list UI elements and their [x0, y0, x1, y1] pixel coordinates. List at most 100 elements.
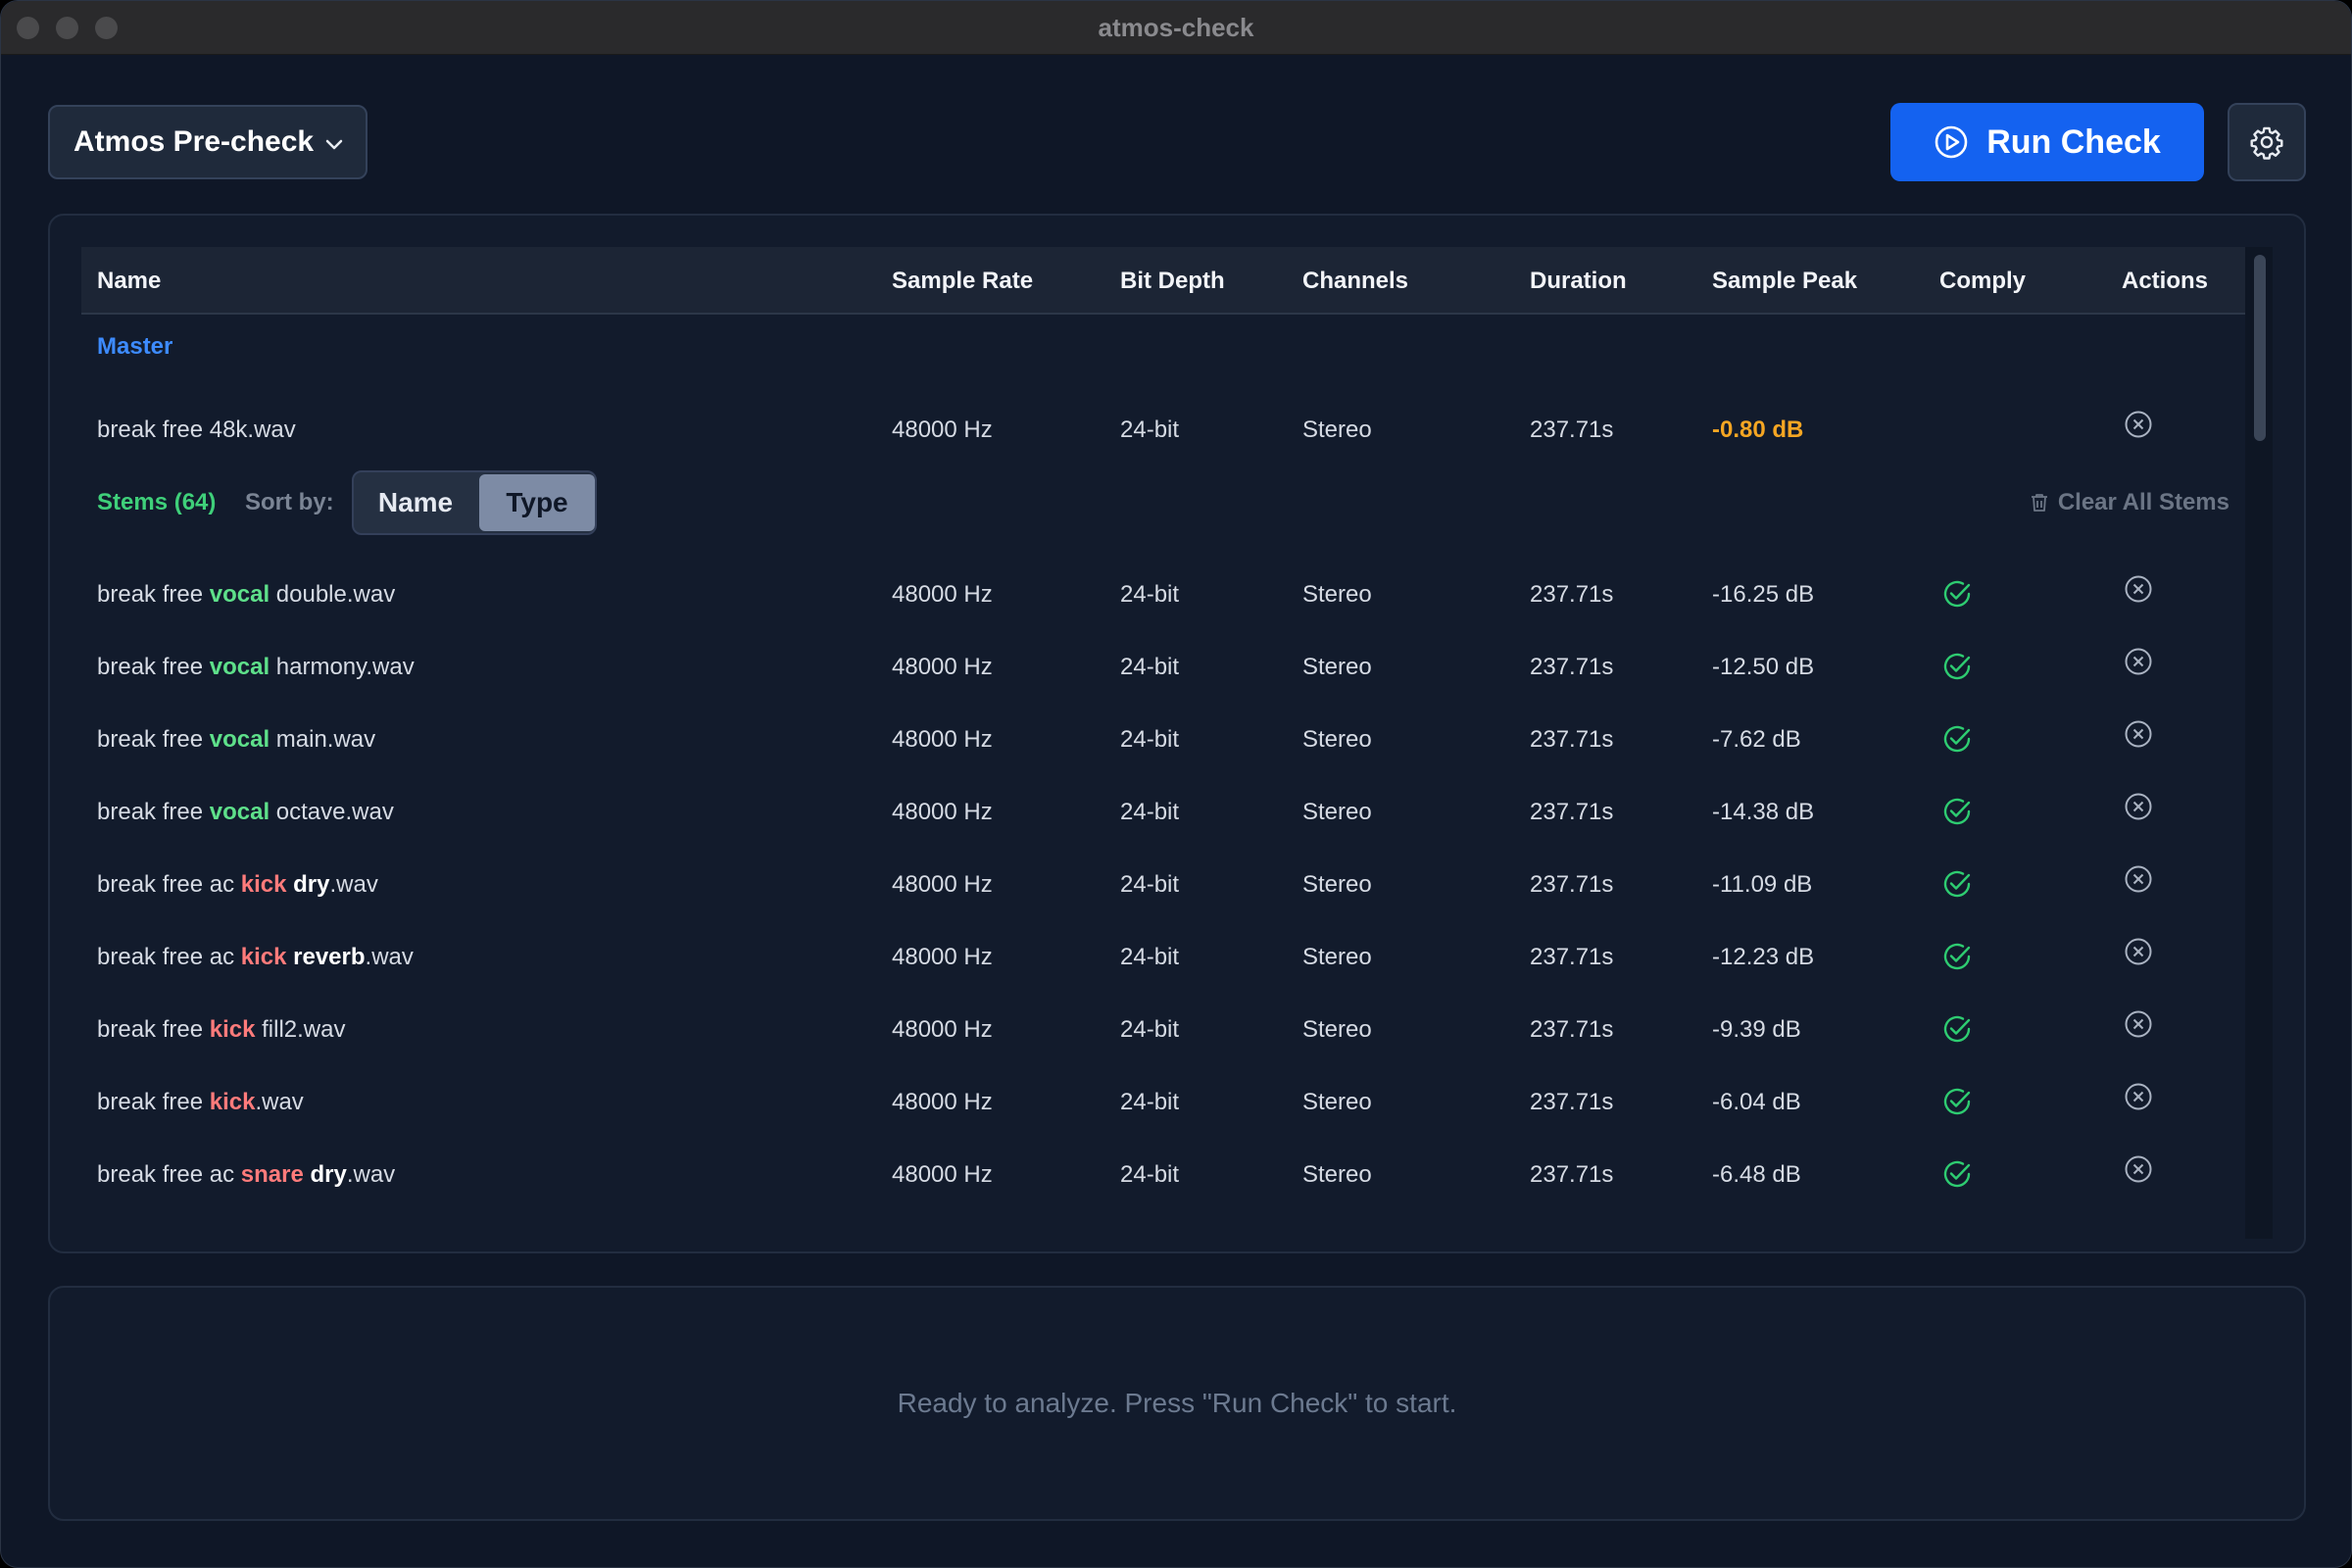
check-circle-icon — [1943, 653, 1971, 680]
channels: Stereo — [1302, 416, 1372, 443]
name-keyword: vocal — [209, 799, 270, 825]
sample-rate: 48000 Hz — [892, 581, 993, 608]
bit-depth: 24-bit — [1120, 799, 1180, 825]
sort-by-type-button[interactable]: Type — [479, 474, 595, 531]
sample-peak: -11.09 dB — [1712, 871, 1813, 898]
header-sample-rate[interactable]: Sample Rate — [892, 247, 1033, 315]
sample-rate: 48000 Hz — [892, 1016, 993, 1043]
sort-by-name-button[interactable]: Name — [354, 472, 477, 533]
status-message: Ready to analyze. Press "Run Check" to s… — [897, 1388, 1457, 1418]
file-name: break free vocal harmony.wav — [97, 631, 415, 704]
sample-rate: 48000 Hz — [892, 799, 993, 825]
file-name: break free vocal double.wav — [97, 559, 395, 631]
duration: 237.71s — [1530, 871, 1614, 898]
file-name: break free kick.wav — [97, 1066, 304, 1139]
name-keyword: dry — [293, 871, 330, 898]
header-channels[interactable]: Channels — [1302, 247, 1408, 315]
sample-rate: 48000 Hz — [892, 416, 993, 443]
file-name: break free 48k.wav — [97, 416, 296, 443]
duration: 237.71s — [1530, 944, 1614, 970]
file-name: break free kick fill2.wav — [97, 994, 345, 1066]
name-text: break free — [97, 654, 210, 680]
duration: 237.71s — [1530, 799, 1614, 825]
name-text: break free — [97, 726, 210, 753]
name-text: break free — [97, 1016, 210, 1043]
remove-circle-icon[interactable] — [2124, 864, 2153, 894]
sample-peak: -9.39 dB — [1712, 1016, 1801, 1043]
remove-circle-icon[interactable] — [2124, 574, 2153, 604]
header-sample-peak[interactable]: Sample Peak — [1712, 247, 1857, 315]
check-circle-icon — [1943, 1160, 1971, 1188]
duration: 237.71s — [1530, 1016, 1614, 1043]
play-circle-icon — [1935, 125, 1968, 159]
stem-row[interactable]: break free vocal double.wav 48000 Hz 24-bi… — [81, 559, 2245, 631]
name-text: .wav — [255, 1089, 304, 1115]
duration: 237.71s — [1530, 581, 1614, 608]
stem-row[interactable]: break free kick fill2.wav 48000 Hz 24-bit S… — [81, 994, 2245, 1066]
gear-icon — [2250, 126, 2283, 160]
master-row[interactable]: break free 48k.wav 48000 Hz 24-bit Stere… — [81, 394, 2245, 466]
remove-circle-icon[interactable] — [2124, 647, 2153, 676]
name-text: break free ac — [97, 944, 241, 970]
stem-row[interactable]: break free ac kick dry.wav 48000 Hz 24-bit… — [81, 849, 2245, 921]
name-text: break free — [97, 1089, 210, 1115]
remove-circle-icon[interactable] — [2124, 1082, 2153, 1111]
sample-rate: 48000 Hz — [892, 726, 993, 753]
bit-depth: 24-bit — [1120, 416, 1180, 443]
app-window: atmos-check Atmos Pre-check Run Check Na… — [0, 0, 2352, 1568]
sample-peak: -7.62 dB — [1712, 726, 1801, 753]
sample-peak: -12.50 dB — [1712, 654, 1815, 680]
bit-depth: 24-bit — [1120, 1089, 1180, 1115]
sort-segmented-control: Name Type — [352, 470, 597, 535]
header-comply[interactable]: Comply — [1939, 247, 2026, 315]
name-keyword: vocal — [209, 726, 270, 753]
remove-circle-icon[interactable] — [2124, 410, 2153, 439]
header-duration[interactable]: Duration — [1530, 247, 1627, 315]
header-actions: Actions — [2122, 268, 2209, 294]
chevron-down-icon — [325, 139, 343, 150]
sample-peak: -6.04 dB — [1712, 1089, 1801, 1115]
file-name: break free vocal octave.wav — [97, 776, 394, 849]
header-name[interactable]: Name — [97, 247, 161, 315]
profile-dropdown[interactable]: Atmos Pre-check — [48, 105, 368, 179]
bit-depth: 24-bit — [1120, 1016, 1180, 1043]
channels: Stereo — [1302, 581, 1372, 608]
channels: Stereo — [1302, 871, 1372, 898]
file-name: break free ac snare dry.wav — [97, 1139, 395, 1211]
remove-circle-icon[interactable] — [2124, 792, 2153, 821]
name-text: break free ac — [97, 871, 241, 898]
stem-row[interactable]: break free vocal harmony.wav 48000 Hz 24-b… — [81, 631, 2245, 704]
title-bar: atmos-check — [1, 1, 2351, 55]
run-check-button[interactable]: Run Check — [1890, 103, 2204, 181]
channels: Stereo — [1302, 1016, 1372, 1043]
stem-row[interactable]: break free kick.wav 48000 Hz 24-bit Stereo 2… — [81, 1066, 2245, 1139]
name-keyword: kick — [209, 1016, 256, 1043]
remove-circle-icon[interactable] — [2124, 1009, 2153, 1039]
header-bit-depth[interactable]: Bit Depth — [1120, 247, 1225, 315]
bit-depth: 24-bit — [1120, 654, 1180, 680]
sample-peak: -6.48 dB — [1712, 1161, 1801, 1188]
name-text: break free — [97, 581, 210, 608]
sample-rate: 48000 Hz — [892, 1089, 993, 1115]
stem-row[interactable]: break free ac snare dry.wav 48000 Hz 24-bi… — [81, 1139, 2245, 1211]
channels: Stereo — [1302, 654, 1372, 680]
master-section-label: Master — [97, 333, 173, 360]
stem-row[interactable]: break free vocal octave.wav 48000 Hz 24-bi… — [81, 776, 2245, 849]
settings-button[interactable] — [2228, 103, 2306, 181]
remove-circle-icon[interactable] — [2124, 719, 2153, 749]
duration: 237.71s — [1530, 1089, 1614, 1115]
remove-circle-icon[interactable] — [2124, 1154, 2153, 1184]
check-circle-icon — [1943, 580, 1971, 608]
profile-dropdown-label: Atmos Pre-check — [74, 125, 315, 158]
bit-depth: 24-bit — [1120, 944, 1180, 970]
remove-circle-icon[interactable] — [2124, 937, 2153, 966]
table-scrollbar-thumb[interactable] — [2254, 255, 2266, 441]
check-circle-icon — [1943, 798, 1971, 825]
run-check-label: Run Check — [1986, 122, 2161, 161]
sample-rate: 48000 Hz — [892, 654, 993, 680]
stem-row[interactable]: break free vocal main.wav 48000 Hz 24-bit S… — [81, 704, 2245, 776]
name-text: main.wav — [270, 726, 376, 753]
clear-all-stems-button[interactable]: Clear All Stems — [2029, 470, 2230, 535]
sample-rate: 48000 Hz — [892, 944, 993, 970]
stem-row[interactable]: break free ac kick reverb.wav 48000 Hz 24-… — [81, 921, 2245, 994]
